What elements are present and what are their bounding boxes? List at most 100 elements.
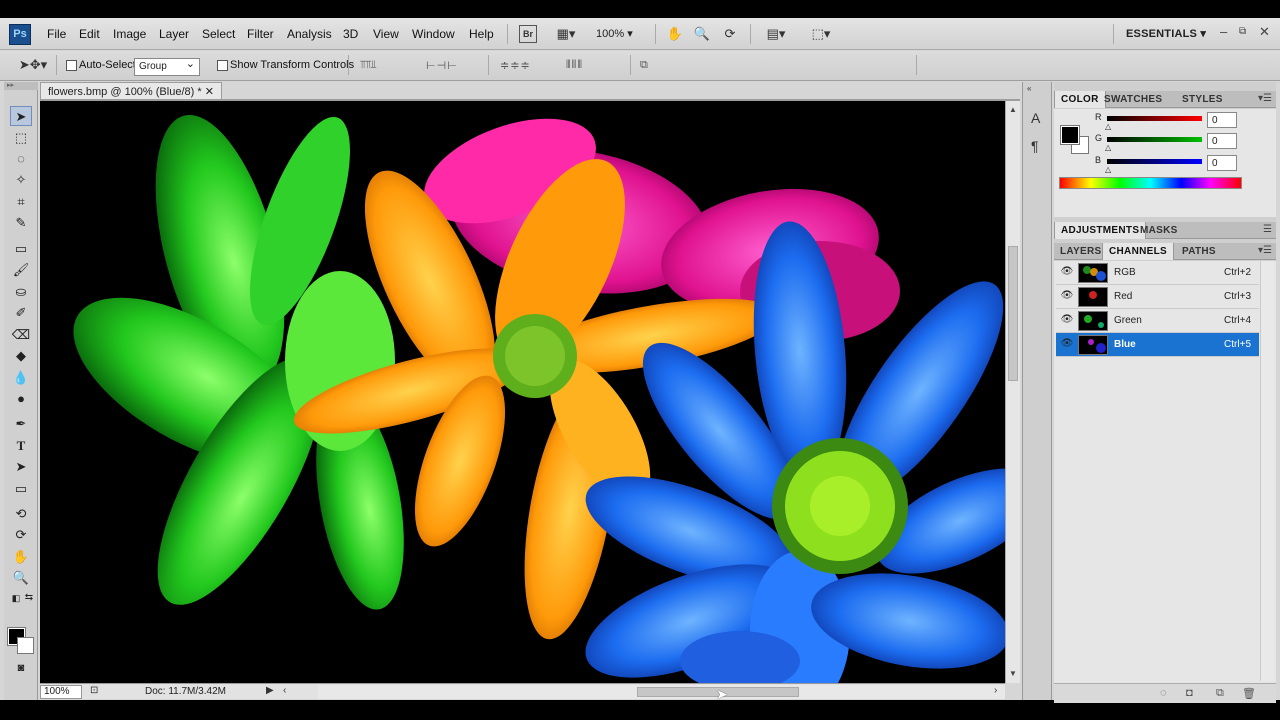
scroll-down-arrow-icon[interactable]: ▼ (1009, 669, 1017, 678)
visibility-eye-icon[interactable]: 👁 (1060, 266, 1074, 279)
screen-mode-icon[interactable]: ⬚▾ (806, 25, 836, 43)
show-transform-checkbox[interactable] (217, 60, 228, 71)
tab-adjustments[interactable]: ADJUSTMENTS (1054, 222, 1147, 239)
channel-row-blue[interactable]: 👁 Blue Ctrl+5 (1056, 333, 1259, 357)
menu-image[interactable]: Image (113, 27, 146, 41)
lasso-tool-icon[interactable]: ◌ (10, 149, 32, 169)
rectangle-tool-icon[interactable]: ▭ (10, 479, 32, 499)
arrange-documents-icon[interactable]: ▤▾ (761, 25, 791, 43)
green-slider-knob-icon[interactable]: △ (1105, 143, 1111, 152)
red-slider[interactable]: R △ 0 (1094, 112, 1274, 132)
bridge-icon[interactable]: Br (519, 25, 537, 43)
green-slider[interactable]: G △ 0 (1094, 133, 1274, 153)
minimize-button[interactable]: – (1220, 24, 1227, 39)
marquee-tool-icon[interactable]: ⬚ (10, 128, 32, 148)
channel-row-rgb[interactable]: 👁 RGB Ctrl+2 (1056, 261, 1259, 285)
pen-tool-icon[interactable]: ✒ (10, 414, 32, 434)
eraser-tool-icon[interactable]: ⌫ (10, 325, 32, 345)
brush-tool-icon[interactable]: 🖌 (10, 260, 32, 280)
zoom-field[interactable]: 100% (40, 685, 82, 699)
visibility-eye-icon[interactable]: 👁 (1060, 314, 1074, 327)
scroll-up-arrow-icon[interactable]: ▲ (1009, 105, 1017, 114)
workspace-switcher[interactable]: ESSENTIALS ▾ (1126, 27, 1206, 40)
blue-slider[interactable]: B △ 0 (1094, 155, 1274, 175)
swap-colors-icon[interactable]: ⇆ (18, 588, 40, 608)
quick-mask-icon[interactable]: ◙ (10, 658, 32, 678)
green-value-input[interactable]: 0 (1207, 133, 1237, 149)
document-canvas[interactable] (40, 101, 1005, 683)
delete-channel-icon[interactable]: 🗑 (1242, 687, 1256, 700)
scroll-right-arrow-icon[interactable]: › (994, 685, 997, 696)
channel-row-green[interactable]: 👁 Green Ctrl+4 (1056, 309, 1259, 333)
paint-bucket-tool-icon[interactable]: ◆ (10, 346, 32, 366)
view-extras-icon[interactable]: ▦▾ (552, 25, 580, 43)
character-panel-icon[interactable]: A (1031, 110, 1040, 126)
menu-help[interactable]: Help (469, 27, 494, 41)
new-channel-icon[interactable]: ⧉ (1216, 687, 1224, 700)
healing-brush-tool-icon[interactable]: ▭ (10, 239, 32, 259)
channel-row-red[interactable]: 👁 Red Ctrl+3 (1056, 285, 1259, 309)
move-tool-icon[interactable]: ➤ (10, 106, 32, 126)
tab-layers[interactable]: LAYERS (1054, 243, 1107, 260)
background-color-swatch[interactable] (17, 637, 34, 654)
dock-collapse-icon[interactable]: « (1027, 84, 1031, 93)
horizontal-scrollbar[interactable] (318, 685, 1005, 699)
menu-3d[interactable]: 3D (343, 27, 358, 41)
zoom-tool-icon[interactable]: 🔍 (10, 568, 32, 588)
magic-wand-tool-icon[interactable]: ✧ (10, 170, 32, 190)
vertical-scrollbar[interactable]: ▲ ▼ (1005, 101, 1020, 683)
channels-scrollbar[interactable] (1260, 261, 1274, 681)
zoom-level-dropdown[interactable]: 100% ▾ (596, 27, 633, 40)
menu-edit[interactable]: Edit (79, 27, 100, 41)
document-tab[interactable]: flowers.bmp @ 100% (Blue/8) * ✕ (40, 82, 222, 100)
red-value-input[interactable]: 0 (1207, 112, 1237, 128)
red-slider-track[interactable] (1107, 116, 1202, 121)
auto-select-dropdown[interactable]: Group (134, 57, 200, 76)
auto-select-checkbox[interactable] (66, 60, 77, 71)
close-button[interactable]: ✕ (1259, 24, 1270, 40)
color-spectrum-bar[interactable] (1059, 177, 1242, 189)
vertical-scroll-thumb[interactable] (1008, 246, 1018, 381)
status-menu-arrow-icon[interactable]: ▶ (266, 685, 274, 696)
tab-channels[interactable]: CHANNELS (1102, 243, 1174, 260)
menu-filter[interactable]: Filter (247, 27, 274, 41)
tab-masks[interactable]: MASKS (1134, 222, 1184, 239)
save-selection-icon[interactable]: ◘ (1186, 687, 1193, 699)
panel-menu-icon[interactable]: ▾☰ (1258, 245, 1272, 256)
preview-icon[interactable]: ⊡ (90, 685, 98, 696)
blue-slider-knob-icon[interactable]: △ (1105, 165, 1111, 174)
tab-swatches[interactable]: SWATCHES (1098, 91, 1168, 108)
blue-value-input[interactable]: 0 (1207, 155, 1237, 171)
align-left-icon[interactable]: ⊢ ⊣ ⊢ (426, 59, 457, 72)
menu-window[interactable]: Window (412, 27, 455, 41)
tab-styles[interactable]: STYLES (1176, 91, 1229, 108)
menu-view[interactable]: View (373, 27, 399, 41)
tools-panel-grip[interactable]: ▸▸ (4, 82, 38, 90)
auto-align-layers-icon[interactable]: ⧉ (640, 59, 648, 72)
blue-slider-track[interactable] (1107, 159, 1202, 164)
distribute-left-icon[interactable]: ⫴ ⫴ ⫴ (566, 59, 582, 72)
blur-tool-icon[interactable]: 💧 (10, 368, 32, 388)
type-tool-icon[interactable]: T (10, 436, 32, 456)
visibility-eye-icon[interactable]: 👁 (1060, 290, 1074, 303)
3d-rotate-tool-icon[interactable]: ⟲ (10, 504, 32, 524)
color-foreground-swatch[interactable] (1060, 125, 1080, 145)
3d-orbit-tool-icon[interactable]: ⟳ (10, 525, 32, 545)
crop-tool-icon[interactable]: ⌗ (10, 192, 32, 212)
paragraph-panel-icon[interactable]: ¶ (1031, 138, 1039, 154)
load-selection-icon[interactable]: ◌ (1160, 687, 1167, 699)
hand-tool-icon[interactable]: ✋ (10, 547, 32, 567)
visibility-eye-icon[interactable]: 👁 (1060, 338, 1074, 351)
tab-paths[interactable]: PATHS (1176, 243, 1222, 260)
history-brush-tool-icon[interactable]: ✐ (10, 303, 32, 323)
menu-select[interactable]: Select (202, 27, 235, 41)
move-tool-preset-icon[interactable]: ➤✥▾ (18, 56, 48, 74)
align-top-icon[interactable]: ⫪⫪⫫ (360, 59, 377, 72)
document-size-info[interactable]: Doc: 11.7M/3.42M (145, 686, 226, 697)
close-document-icon[interactable]: ✕ (205, 85, 214, 98)
distribute-top-icon[interactable]: ≑ ≑ ≑ (500, 59, 530, 72)
scroll-left-arrow-icon[interactable]: ‹ (283, 685, 286, 696)
panel-menu-icon[interactable]: ▾☰ (1258, 93, 1272, 104)
restore-button[interactable]: ⧉ (1239, 26, 1246, 37)
path-selection-tool-icon[interactable]: ➤ (10, 457, 32, 477)
